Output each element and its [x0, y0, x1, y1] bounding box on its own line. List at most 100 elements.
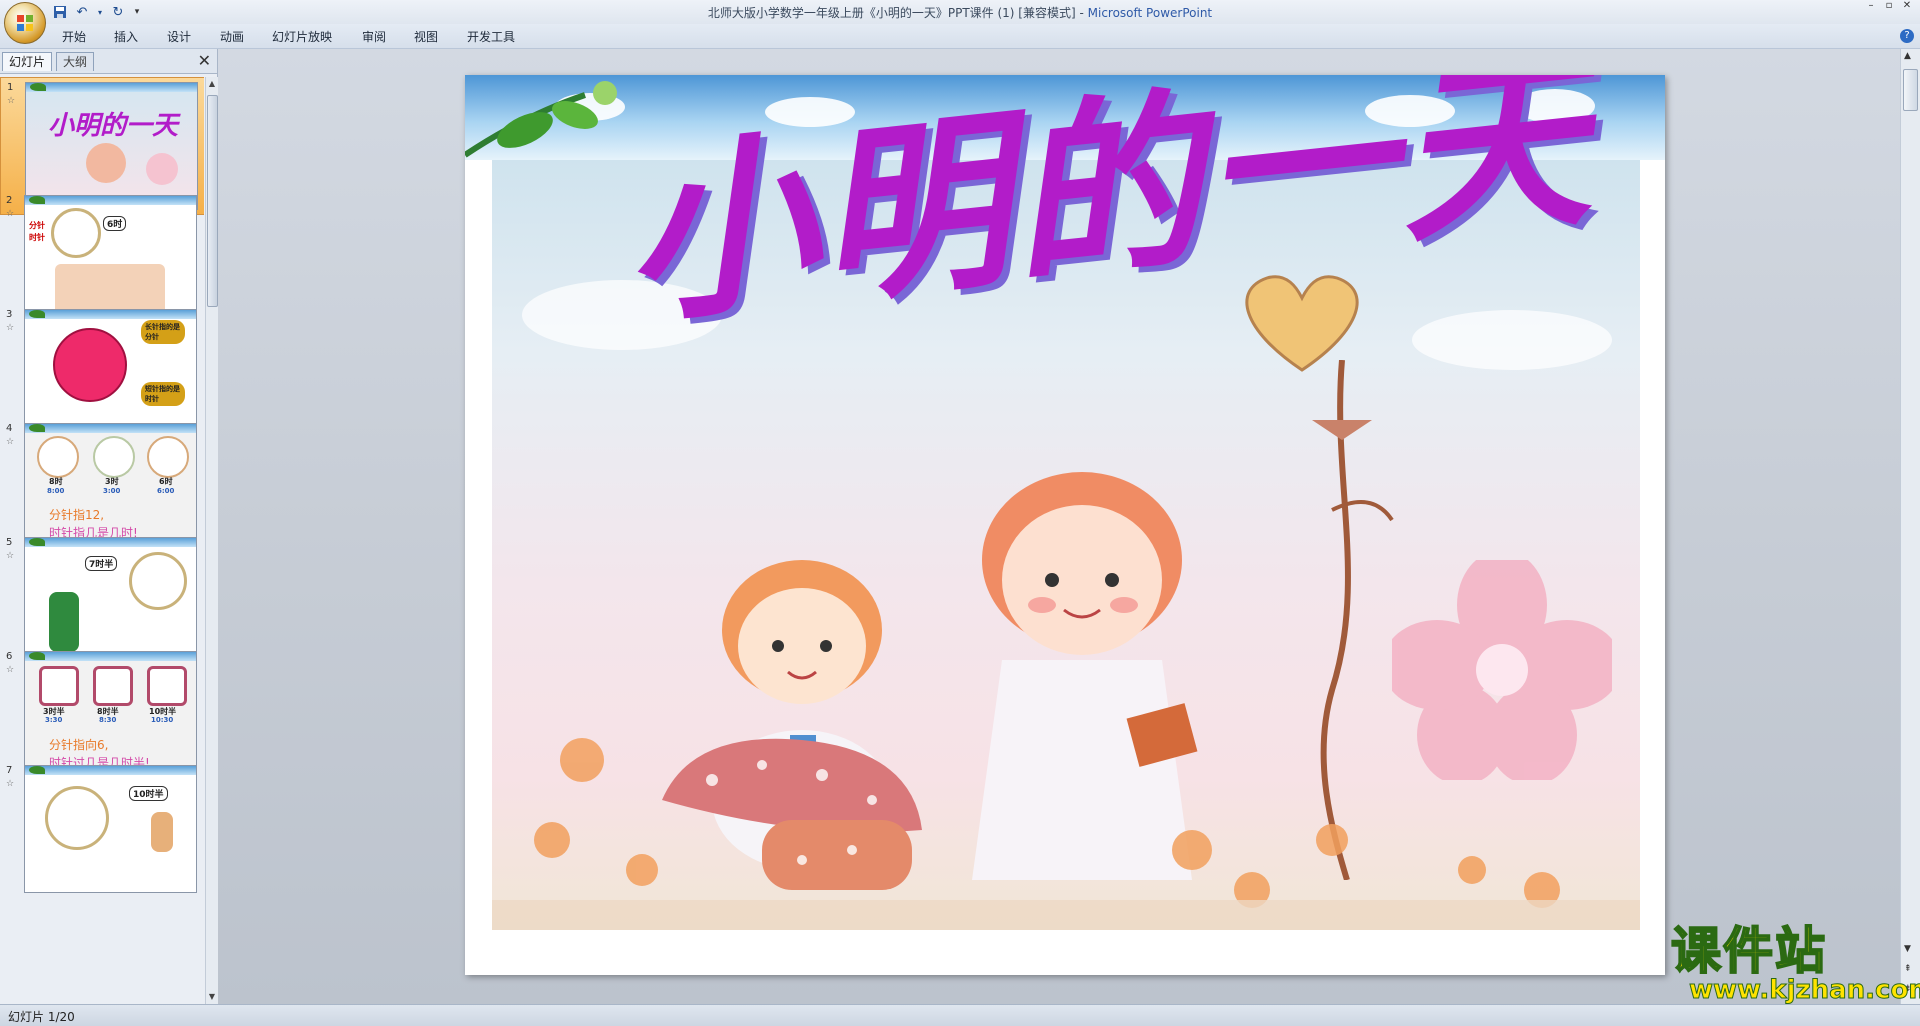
- tab-slides[interactable]: 幻灯片: [2, 52, 53, 71]
- flower-field-icon: [492, 738, 1640, 930]
- window-title: 北师大版小学数学一年级上册《小明的一天》PPT课件 (1) [兼容模式] - M…: [0, 4, 1920, 21]
- tab-outline[interactable]: 大纲: [56, 52, 95, 71]
- office-logo-icon: [17, 15, 33, 31]
- document-title: 北师大版小学数学一年级上册《小明的一天》PPT课件 (1) [兼容模式] -: [707, 6, 1088, 20]
- time-bubble: 10时半: [129, 786, 168, 801]
- slides-pane: 幻灯片 大纲 ✕ 1 ☆ 小明的一天 2 ☆ 分针 时针 6时 3 ☆ 长针指的…: [0, 49, 218, 1004]
- close-pane-icon[interactable]: ✕: [198, 51, 211, 70]
- app-name: Microsoft PowerPoint: [1087, 6, 1213, 20]
- minimize-icon[interactable]: –: [1862, 0, 1880, 14]
- thumbnail-image: 分针 时针 6时: [24, 195, 197, 323]
- heart-sign-icon: [1245, 275, 1359, 372]
- child-figure: [151, 812, 173, 852]
- animation-star-icon: ☆: [6, 437, 15, 447]
- previous-slide-icon[interactable]: ⇞: [1904, 964, 1912, 974]
- slide-thumbnail-list: 1 ☆ 小明的一天 2 ☆ 分针 时针 6时 3 ☆ 长针指的是分针 短针指的是…: [0, 77, 204, 1004]
- thumb-title: 小明的一天: [48, 111, 179, 141]
- clock-3-figure: [147, 666, 187, 706]
- current-slide[interactable]: 小明的一天: [465, 75, 1665, 975]
- thumbnail-image: 7时半: [24, 537, 197, 665]
- close-window-icon[interactable]: ✕: [1898, 0, 1916, 14]
- slide-number: 2: [6, 195, 13, 206]
- rule-line-1: 分针指12,: [49, 508, 105, 522]
- clock-3-figure: [147, 436, 189, 478]
- slide-indicator: 幻灯片 1/20: [8, 1010, 75, 1024]
- digital-1: 3:30: [45, 716, 63, 724]
- editor-scrollbar[interactable]: ▲ ▼ ⇞ ⇟: [1900, 49, 1920, 1004]
- digital-2: 8:30: [99, 716, 117, 724]
- leaf-icon: [29, 538, 45, 546]
- tab-slideshow[interactable]: 幻灯片放映: [272, 28, 332, 45]
- digital-3: 6:00: [157, 487, 175, 495]
- tab-animations[interactable]: 动画: [220, 28, 244, 45]
- tab-developer[interactable]: 开发工具: [467, 28, 515, 45]
- help-icon[interactable]: ?: [1900, 29, 1914, 43]
- short-hand-bubble: 短针指的是时针: [141, 382, 185, 406]
- maximize-icon[interactable]: ▫: [1880, 0, 1898, 14]
- thumbnail-scrollbar[interactable]: ▲ ▼: [205, 77, 218, 1004]
- animation-star-icon: ☆: [6, 665, 15, 675]
- animation-star-icon: ☆: [6, 209, 15, 219]
- scroll-thumb[interactable]: [207, 95, 218, 307]
- red-clock-figure: [53, 328, 127, 402]
- watermark-url: www.kjzhan.com: [1688, 975, 1920, 1005]
- thumbnail-image: 10时半: [24, 765, 197, 893]
- thumbnail-image: 长针指的是分针 短针指的是时针: [24, 309, 197, 437]
- office-button[interactable]: [4, 2, 46, 44]
- slide-number: 1: [7, 82, 14, 93]
- clock-figure: [129, 552, 187, 610]
- hour-hand-label: 时针: [29, 233, 45, 242]
- digital-1: 8:00: [47, 487, 65, 495]
- leaf-icon: [30, 83, 46, 91]
- tab-view[interactable]: 视图: [414, 28, 438, 45]
- tab-home[interactable]: 开始: [62, 28, 86, 45]
- animation-star-icon: ☆: [6, 323, 15, 333]
- scroll-thumb[interactable]: [1903, 69, 1918, 111]
- running-boy-figure: [49, 592, 79, 652]
- site-watermark: 课件站 www.kjzhan.com: [1665, 922, 1920, 1003]
- scroll-down-icon[interactable]: ▼: [1904, 944, 1911, 954]
- rule-line-1: 分针指向6,: [49, 738, 109, 752]
- thumb-header: [25, 196, 196, 205]
- tab-design[interactable]: 设计: [167, 28, 191, 45]
- clock-2-figure: [93, 436, 135, 478]
- slide-thumbnail-7[interactable]: 7 ☆ 10时半: [0, 761, 204, 897]
- scroll-up-icon[interactable]: ▲: [207, 79, 217, 89]
- time-label-2: 3时: [105, 477, 119, 486]
- scroll-down-icon[interactable]: ▼: [207, 992, 217, 1002]
- watermark-brand: 课件站: [1670, 922, 1827, 980]
- scroll-up-icon[interactable]: ▲: [1904, 51, 1911, 61]
- leaf-icon: [29, 310, 45, 318]
- thumbnail-image: 8时 3时 6时 8:00 3:00 6:00 分针指12, 时针指几是几时!: [24, 423, 197, 551]
- tab-review[interactable]: 审阅: [362, 28, 386, 45]
- animation-star-icon: ☆: [6, 779, 15, 789]
- leaf-icon: [29, 652, 45, 660]
- digital-3: 10:30: [151, 716, 174, 724]
- leaf-icon: [29, 766, 45, 774]
- time-label-3: 6时: [159, 477, 173, 486]
- status-bar: 幻灯片 1/20: [0, 1004, 1920, 1026]
- slide-number: 6: [6, 651, 13, 662]
- long-hand-bubble: 长针指的是分针: [141, 320, 185, 344]
- cloud: [1412, 310, 1612, 370]
- time-bubble: 7时半: [85, 556, 118, 571]
- clock-figure: [45, 786, 109, 850]
- thumb-header: [25, 652, 196, 661]
- thumb-header: [25, 766, 196, 775]
- clock-figure: [51, 208, 101, 258]
- slide-number: 3: [6, 309, 13, 320]
- thumb-header: [25, 310, 196, 319]
- minute-hand-label: 分针: [29, 221, 45, 230]
- animation-star-icon: ☆: [7, 96, 16, 106]
- tab-insert[interactable]: 插入: [114, 28, 138, 45]
- time-bubble: 6时: [103, 216, 127, 231]
- clock-1-figure: [39, 666, 79, 706]
- digital-2: 3:00: [103, 487, 121, 495]
- slide-number: 4: [6, 423, 13, 434]
- title-bar: ↶ ▾ ↻ ▾ 北师大版小学数学一年级上册《小明的一天》PPT课件 (1) [兼…: [0, 0, 1920, 24]
- slide-number: 7: [6, 765, 13, 776]
- slide-number: 5: [6, 537, 13, 548]
- clock-2-figure: [93, 666, 133, 706]
- window-controls: – ▫ ✕: [1862, 0, 1916, 14]
- thumb-header: [26, 83, 197, 92]
